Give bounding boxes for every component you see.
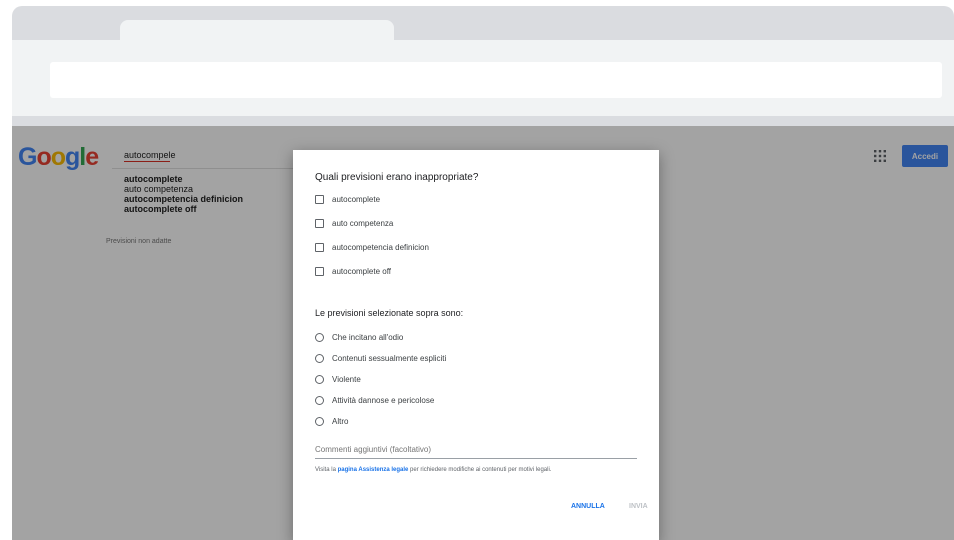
radio-label: Altro	[332, 416, 349, 426]
browser-toolbar	[12, 40, 954, 116]
radio-label: Attività dannose e pericolose	[332, 395, 435, 405]
help-suffix: per richiedere modifiche ai contenuti pe…	[408, 467, 552, 473]
radio-option[interactable]: Attività dannose e pericolose	[315, 393, 434, 407]
checkbox-label: auto competenza	[332, 218, 394, 228]
dialog-subtitle: Le previsioni selezionate sopra sono:	[315, 308, 464, 318]
radio-button[interactable]	[315, 353, 324, 363]
checkbox[interactable]	[315, 194, 324, 204]
radio-option[interactable]: Altro	[315, 414, 348, 428]
checkbox-label: autocompetencia definicion	[332, 242, 429, 252]
radio-button[interactable]	[315, 332, 324, 342]
radio-label: Violente	[332, 374, 361, 384]
legal-help-link[interactable]: pagina Assistenza legale	[338, 467, 409, 473]
address-bar[interactable]	[50, 62, 942, 98]
report-predictions-dialog: Quali previsioni erano inappropriate? au…	[293, 150, 659, 540]
send-button[interactable]: INVIA	[629, 503, 648, 510]
comment-input[interactable]	[315, 440, 637, 459]
radio-option[interactable]: Che incitano all'odio	[315, 330, 403, 344]
checkbox[interactable]	[315, 266, 324, 276]
radio-button[interactable]	[315, 395, 324, 405]
checkbox-option[interactable]: autocomplete	[315, 192, 380, 206]
checkbox[interactable]	[315, 218, 324, 228]
address-input[interactable]	[50, 62, 942, 98]
page-viewport: Google autocompele autocomplete auto com…	[12, 126, 954, 540]
radio-label: Che incitano all'odio	[332, 332, 404, 342]
dialog-title: Quali previsioni erano inappropriate?	[315, 172, 479, 183]
checkbox-option[interactable]: autocompetencia definicion	[315, 240, 429, 254]
checkbox-label: autocomplete off	[332, 266, 392, 276]
checkbox-option[interactable]: autocomplete off	[315, 264, 391, 278]
checkbox-option[interactable]: auto competenza	[315, 216, 393, 230]
radio-button[interactable]	[315, 416, 324, 426]
help-prefix: Visita la	[315, 467, 338, 473]
radio-option[interactable]: Violente	[315, 372, 361, 386]
radio-option[interactable]: Contenuti sessualmente espliciti	[315, 351, 446, 365]
checkbox-label: autocomplete	[332, 194, 381, 204]
radio-button[interactable]	[315, 374, 324, 384]
legal-help-text: Visita la pagina Assistenza legale per r…	[315, 466, 655, 474]
cancel-button[interactable]: ANNULLA	[571, 503, 605, 510]
checkbox[interactable]	[315, 242, 324, 252]
tab-strip	[12, 6, 954, 46]
radio-label: Contenuti sessualmente espliciti	[332, 353, 447, 363]
